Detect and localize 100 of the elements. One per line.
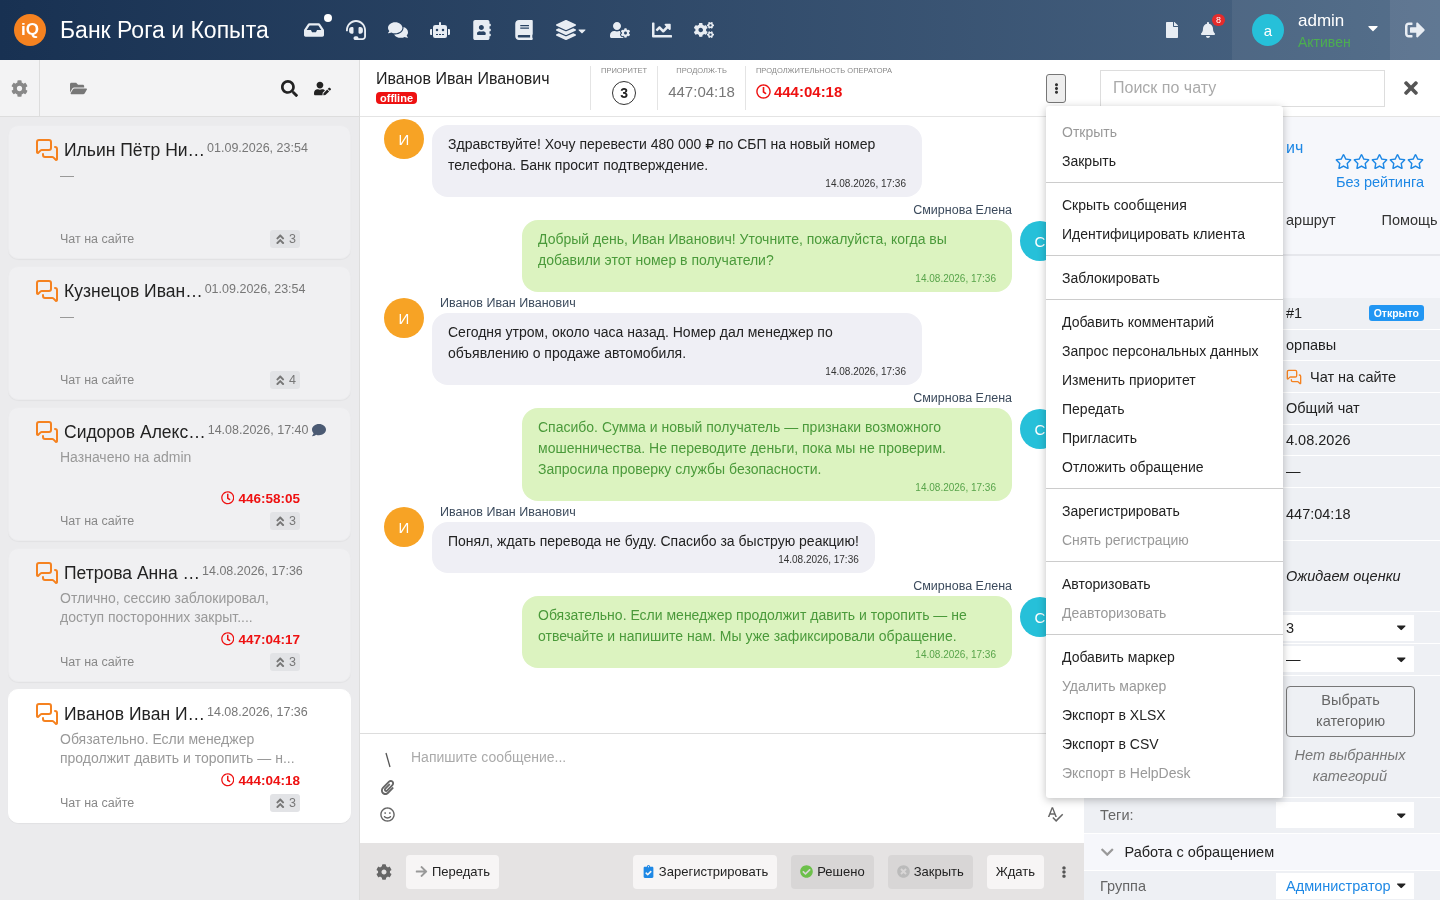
message-time: 14.08.2026, 17:36 xyxy=(777,554,859,565)
double-chevron-icon xyxy=(273,655,287,669)
chat-search-field[interactable]: Поиск по чату xyxy=(1100,69,1385,107)
author-name: Смирнова Елена xyxy=(913,391,1012,405)
client-name: Кузнецов Иван… xyxy=(64,280,203,303)
menu-item[interactable]: Экспорт в CSV xyxy=(1046,729,1283,758)
clock-icon xyxy=(220,773,235,787)
channel-label: Чат на сайте xyxy=(60,655,135,669)
message-time: 14.08.2026, 17:36 xyxy=(914,273,996,284)
star-icon[interactable] xyxy=(1407,153,1424,170)
quick-reply-icon[interactable] xyxy=(384,752,391,768)
double-chevron-icon xyxy=(273,232,287,246)
status-dot xyxy=(324,14,332,22)
action-button[interactable]: Ждать xyxy=(986,854,1044,889)
author-avatar: И xyxy=(384,507,424,547)
priority-value: 3 xyxy=(289,796,296,810)
channel-label: Чат на сайте xyxy=(60,232,135,246)
author-name: Иванов Иван Иванович xyxy=(440,505,576,519)
channel-label: Чат на сайте xyxy=(60,373,135,387)
menu-item[interactable]: Отложить обращение xyxy=(1046,452,1283,481)
gears-icon[interactable] xyxy=(694,20,714,40)
panel-tab[interactable]: аршрут xyxy=(1286,212,1336,234)
settings-icon[interactable] xyxy=(376,863,392,880)
search-icon xyxy=(280,79,298,97)
menu-item[interactable]: Скрыть сообщения xyxy=(1046,190,1283,219)
chat-timer: 446:58:05 xyxy=(238,490,300,506)
bell-icon[interactable] xyxy=(1200,22,1216,38)
clock-icon xyxy=(220,491,235,505)
chat-icon xyxy=(35,702,59,726)
status-badge: offline xyxy=(376,92,417,104)
menu-item[interactable]: Запрос персональных данных xyxy=(1046,336,1283,365)
rating-text: Без рейтинга xyxy=(1335,174,1424,190)
app-title: Банк Рога и Копыта xyxy=(60,16,270,44)
menu-item[interactable]: Заблокировать xyxy=(1046,263,1283,292)
layers-icon[interactable] xyxy=(556,20,576,40)
book-icon[interactable] xyxy=(514,20,534,40)
double-chevron-icon xyxy=(273,796,287,810)
close-icon[interactable] xyxy=(1401,78,1421,98)
user-edit-icon xyxy=(313,79,331,97)
file-icon[interactable] xyxy=(1164,22,1180,38)
star-icon[interactable] xyxy=(1389,153,1406,170)
author-name: Смирнова Елена xyxy=(913,203,1012,217)
client-name: Ильин Пётр Ни… xyxy=(64,139,206,162)
user-name[interactable]: admin xyxy=(1298,10,1351,31)
inbox-icon[interactable] xyxy=(304,20,324,40)
field-value: Ожидаем оценки xyxy=(1286,568,1401,585)
clock-icon xyxy=(220,632,235,646)
clipboard-check-icon xyxy=(641,865,655,878)
star-icon[interactable] xyxy=(1335,153,1352,170)
logout-button[interactable] xyxy=(1390,0,1440,60)
action-button[interactable]: Решено xyxy=(791,854,874,889)
clock-icon xyxy=(755,84,771,99)
chat-timer: 447:04:17 xyxy=(238,631,300,647)
choose-category-button[interactable]: Выбрать категорию xyxy=(1286,685,1415,738)
menu-item[interactable]: Добавить комментарий xyxy=(1046,307,1283,336)
chat-time: 01.09.2026, 23:54 xyxy=(204,282,306,296)
user-status: Активен xyxy=(1298,33,1351,50)
close-icon xyxy=(896,865,910,878)
chats-icon[interactable] xyxy=(388,20,408,40)
operator-duration-value: 444:04:18 xyxy=(773,83,843,100)
emoji-icon[interactable] xyxy=(380,807,395,822)
channel-label: Чат на сайте xyxy=(60,514,135,528)
menu-item[interactable]: Закрыть xyxy=(1046,146,1283,175)
author-avatar: И xyxy=(384,119,424,159)
chat-time: 14.08.2026, 17:36 xyxy=(202,564,303,578)
headset-icon[interactable] xyxy=(346,20,366,40)
client-name: Петрова Анна … xyxy=(64,562,200,585)
menu-item[interactable]: Экспорт в XLSX xyxy=(1046,700,1283,729)
chat-icon xyxy=(35,420,59,444)
contacts-icon[interactable] xyxy=(472,20,492,40)
chat-time: 14.08.2026, 17:36 xyxy=(207,705,308,719)
more-button[interactable] xyxy=(1046,73,1066,103)
section-title: Работа с обращением xyxy=(1124,843,1275,860)
double-chevron-icon xyxy=(273,514,287,528)
star-icon[interactable] xyxy=(1371,153,1388,170)
action-button[interactable]: Зарегистрировать xyxy=(632,854,778,889)
star-icon[interactable] xyxy=(1353,153,1370,170)
field-value: Общий чат xyxy=(1286,400,1360,417)
group-select[interactable]: Администратор xyxy=(1276,872,1414,899)
panel-tab[interactable]: Помощь xyxy=(1381,212,1438,234)
menu-item[interactable]: Изменить приоритет xyxy=(1046,365,1283,394)
action-button[interactable]: Закрыть xyxy=(887,854,973,889)
section-header[interactable]: Работа с обращением xyxy=(1084,832,1440,871)
message-time: 14.08.2026, 17:36 xyxy=(824,178,906,189)
author-name: Иванов Иван Иванович xyxy=(440,296,576,310)
chart-icon[interactable] xyxy=(652,20,672,40)
chat-icon xyxy=(35,138,59,162)
attach-icon[interactable] xyxy=(380,780,395,795)
menu-item[interactable]: Зарегистрировать xyxy=(1046,496,1283,525)
robot-icon[interactable] xyxy=(430,20,450,40)
logo: iQ xyxy=(14,14,46,46)
message-text: Добрый день, Иван Иванович! Уточните, пожалуйста, когда вы добавили этот номер в получатели? xyxy=(538,230,948,270)
menu-item[interactable]: Авторизовать xyxy=(1046,569,1283,598)
chat-time: 14.08.2026, 17:40 xyxy=(207,423,309,437)
message-time: 14.08.2026, 17:36 xyxy=(914,649,996,660)
author-name: Смирнова Елена xyxy=(913,579,1012,593)
action-button[interactable]: Передать xyxy=(406,854,499,889)
author-avatar: И xyxy=(384,298,424,338)
user-settings-icon[interactable] xyxy=(610,20,630,40)
spellcheck-icon[interactable] xyxy=(1046,805,1064,823)
